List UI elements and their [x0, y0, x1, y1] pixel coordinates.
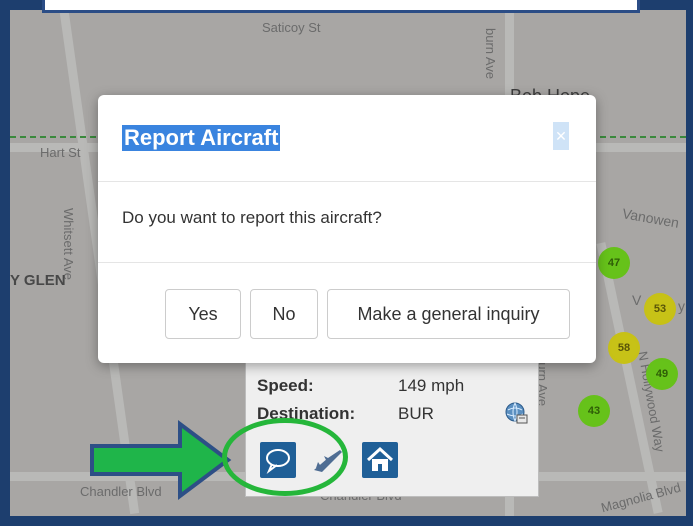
aircraft-cluster[interactable]: 58 [608, 332, 640, 364]
no-button[interactable]: No [250, 289, 318, 339]
globe-icon[interactable] [504, 401, 530, 427]
modal-title: Report Aircraft [122, 125, 281, 151]
speed-value: 149 mph [398, 376, 465, 395]
aircraft-cluster[interactable]: 43 [578, 395, 610, 427]
modal-header: Report Aircraft ✕ [98, 95, 596, 182]
destination-value: BUR [398, 404, 434, 423]
aircraft-cluster[interactable]: 47 [598, 247, 630, 279]
yes-button[interactable]: Yes [165, 289, 241, 339]
general-inquiry-button[interactable]: Make a general inquiry [327, 289, 570, 339]
modal-message: Do you want to report this aircraft? [122, 208, 382, 227]
top-banner [42, 0, 640, 13]
annotation-arrow [90, 420, 232, 500]
home-icon[interactable] [362, 442, 398, 478]
aircraft-cluster[interactable]: 49 [646, 358, 678, 390]
annotation-circle [222, 418, 348, 496]
report-aircraft-modal: Report Aircraft ✕ Do you want to report … [98, 95, 596, 363]
aircraft-cluster[interactable]: 53 [644, 293, 676, 325]
close-icon[interactable]: ✕ [553, 122, 569, 150]
screenshot-frame: Saticoy St Hart St Whitsett Ave Vanowen … [0, 0, 693, 526]
modal-footer: Yes No Make a general inquiry [98, 262, 596, 364]
speed-label: Speed: [257, 376, 314, 395]
